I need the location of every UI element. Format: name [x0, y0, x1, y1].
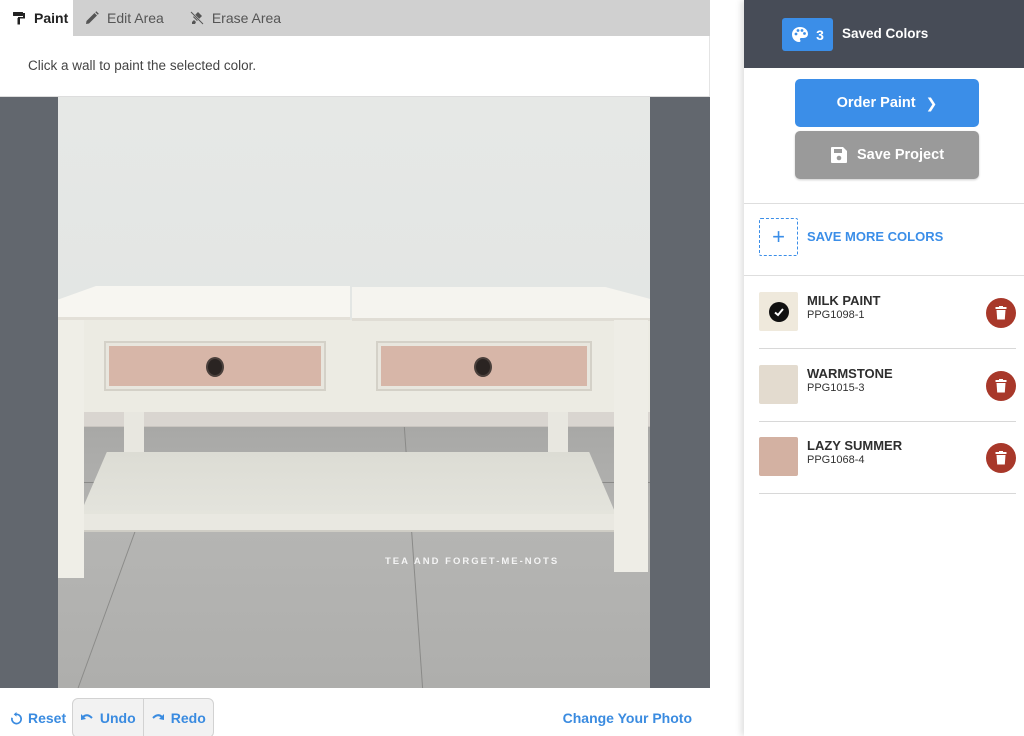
redo-label: Redo [170, 710, 206, 726]
table-top-right [352, 287, 650, 321]
order-paint-label: Order Paint [836, 95, 916, 111]
reset-label: Reset [28, 710, 67, 726]
photo-watermark: TEA AND FORGET-ME-NOTS [385, 556, 560, 567]
delete-color-button[interactable] [986, 443, 1016, 473]
color-swatch[interactable] [759, 437, 798, 476]
save-project-label: Save Project [856, 147, 945, 163]
sidebar-header: 3 Saved Colors [744, 0, 1024, 68]
tab-paint[interactable]: Paint [0, 0, 73, 36]
color-name: MILK PAINT [807, 293, 881, 308]
tab-erase-area[interactable]: Erase Area [174, 0, 291, 36]
saved-colors-title: Saved Colors [842, 26, 929, 41]
add-color-button[interactable]: + [759, 218, 798, 256]
table-top-left [58, 286, 350, 320]
editor-panel: Paint Edit Area Erase Area Click a wall … [0, 0, 710, 736]
redo-icon [152, 714, 164, 720]
table-drawer [104, 341, 326, 391]
table-leg [58, 320, 84, 578]
color-name: LAZY SUMMER [807, 438, 903, 453]
paint-roller-icon [12, 11, 26, 25]
saved-colors-badge[interactable]: 3 [782, 18, 833, 51]
color-code: PPG1015-3 [807, 382, 865, 394]
trash-icon [995, 379, 1007, 393]
undo-button[interactable]: Undo [73, 699, 143, 736]
saved-colors-sidebar: 3 Saved Colors Order Paint ❯ Save Projec… [744, 0, 1024, 736]
divider [744, 203, 1024, 204]
eraser-icon [190, 11, 204, 25]
color-list-item[interactable]: MILK PAINT PPG1098-1 [759, 276, 1016, 349]
color-list-item[interactable]: WARMSTONE PPG1015-3 [759, 349, 1016, 422]
color-name: WARMSTONE [807, 366, 893, 381]
palette-icon [792, 26, 809, 42]
instruction-text: Click a wall to paint the selected color… [28, 58, 257, 73]
reset-icon [11, 711, 22, 724]
drawer-knob [206, 357, 224, 377]
bottom-toolbar: Reset Undo Redo Change Your Photo [0, 688, 710, 736]
trash-icon [995, 451, 1007, 465]
color-code: PPG1098-1 [807, 309, 865, 321]
save-project-button[interactable]: Save Project [795, 131, 979, 179]
color-swatch[interactable] [759, 365, 798, 404]
tool-tabs: Paint Edit Area Erase Area [0, 0, 710, 36]
pencil-icon [85, 11, 99, 25]
save-more-colors-link[interactable]: SAVE MORE COLORS [807, 229, 943, 244]
room-photo[interactable]: TEA AND FORGET-ME-NOTS [58, 97, 650, 689]
delete-color-button[interactable] [986, 298, 1016, 328]
chevron-right-icon: ❯ [925, 94, 938, 111]
tab-erase-area-label: Erase Area [211, 10, 282, 26]
order-paint-button[interactable]: Order Paint ❯ [795, 79, 979, 127]
trash-icon [995, 306, 1007, 320]
plus-icon: + [772, 224, 785, 249]
table-drawer [376, 341, 592, 391]
tab-edit-area[interactable]: Edit Area [73, 0, 174, 36]
photo-stage: TEA AND FORGET-ME-NOTS [0, 96, 710, 689]
undo-label: Undo [99, 710, 136, 726]
redo-button[interactable]: Redo [142, 699, 214, 736]
change-photo-link[interactable]: Change Your Photo [563, 710, 692, 726]
undo-icon [80, 714, 93, 720]
row-divider [759, 493, 1016, 494]
color-list-item[interactable]: LAZY SUMMER PPG1068-4 [759, 421, 1016, 494]
tab-paint-label: Paint [34, 10, 69, 26]
check-icon [768, 301, 789, 322]
reset-button[interactable]: Reset [10, 710, 66, 726]
tab-edit-area-label: Edit Area [107, 10, 164, 26]
floppy-disk-icon [830, 147, 847, 163]
drawer-knob [474, 357, 492, 377]
color-code: PPG1068-4 [807, 454, 865, 466]
undo-redo-group: Undo Redo [72, 698, 214, 736]
paint-visualizer: Paint Edit Area Erase Area Click a wall … [0, 0, 1024, 736]
color-swatch[interactable] [759, 292, 798, 331]
delete-color-button[interactable] [986, 371, 1016, 401]
saved-count: 3 [816, 26, 824, 43]
table-shelf-edge [80, 514, 614, 532]
table-leg [614, 320, 648, 572]
